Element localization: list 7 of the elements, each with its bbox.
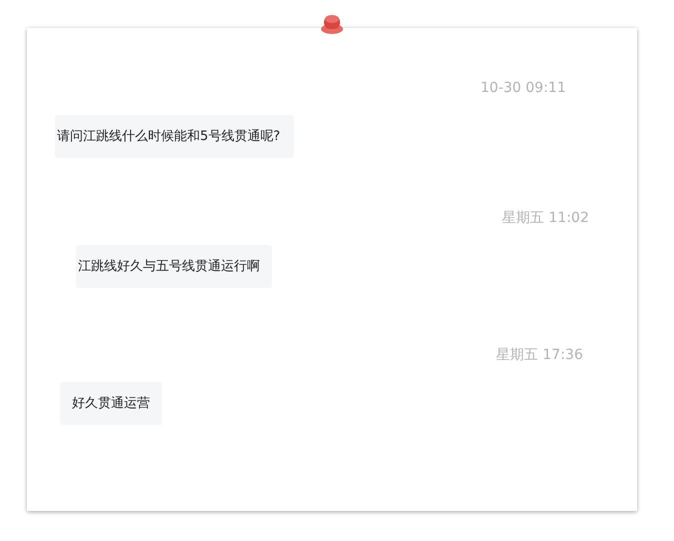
message-bubble: 江跳线好久与五号线贯通运行啊 xyxy=(76,245,272,288)
message-timestamp: 星期五 11:02 xyxy=(502,209,589,228)
message-timestamp: 10-30 09:11 xyxy=(480,79,566,98)
message-timestamp: 星期五 17:36 xyxy=(496,346,583,365)
pushpin-icon xyxy=(320,12,344,36)
message-bubble: 好久贯通运营 xyxy=(60,382,162,425)
message-bubble: 请问江跳线什么时候能和5号线贯通呢? xyxy=(55,115,294,158)
